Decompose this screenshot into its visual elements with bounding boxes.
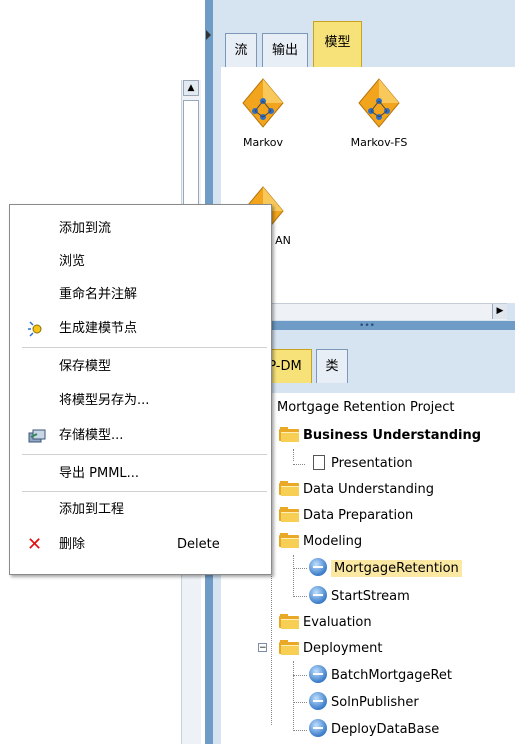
folder-icon: [279, 533, 299, 548]
model-nugget-icon: [358, 78, 400, 128]
folder-icon: [279, 640, 299, 655]
folder-icon: [279, 507, 299, 522]
tree-connector: [293, 449, 294, 461]
menu-item-browse[interactable]: 浏览: [10, 249, 271, 275]
tab-classes[interactable]: 类: [316, 349, 348, 383]
document-icon: [313, 455, 325, 470]
menu-item-label: 重命名并注解: [59, 287, 138, 302]
menu-item-add-to-stream[interactable]: 添加到流: [10, 216, 271, 242]
stream-icon: [309, 719, 327, 737]
tree-connector: [293, 464, 305, 465]
tree-stream[interactable]: DeployDataBase: [309, 719, 439, 741]
tree-connector: [293, 661, 294, 731]
folder-icon: [279, 614, 299, 629]
tree-label: Mortgage Retention Project: [277, 400, 455, 415]
menu-item-label: 添加到工程: [59, 502, 125, 517]
tree-folder[interactable]: Deployment: [279, 638, 383, 660]
tree-connector: [293, 675, 307, 676]
menu-item-label: 存储模型...: [59, 428, 124, 443]
tree-connector: [293, 555, 294, 597]
tree-label: Evaluation: [303, 615, 372, 630]
context-menu: 添加到流 浏览 重命名并注解 生成建模节点 保存模型 将模型另存为... 存储模…: [9, 204, 272, 575]
splitter-handle[interactable]: •••: [355, 322, 379, 331]
tree-label: DeployDataBase: [331, 722, 440, 737]
tree-label: Data Preparation: [303, 508, 414, 523]
menu-item-shortcut: Delete: [177, 537, 220, 552]
menu-item-label: 生成建模节点: [59, 321, 138, 336]
scroll-right-icon[interactable]: ▶: [492, 304, 507, 319]
tree-label: Presentation: [331, 456, 413, 471]
menu-item-save-model-as[interactable]: 将模型另存为...: [10, 388, 271, 414]
panel-grip-icon: [206, 30, 211, 40]
model-nugget[interactable]: Markov: [223, 77, 303, 149]
tree-stream-selected[interactable]: MortgageRetention: [309, 558, 462, 580]
scrollbar-thumb[interactable]: [183, 100, 199, 216]
menu-item-generate-modeling-node[interactable]: 生成建模节点: [10, 316, 271, 342]
tree-stream[interactable]: BatchMortgageRet: [309, 665, 452, 687]
tab-label: 类: [325, 359, 339, 374]
stream-icon: [309, 558, 327, 576]
menu-item-save-model[interactable]: 保存模型: [10, 354, 271, 380]
tree-folder[interactable]: Business Understanding: [279, 425, 481, 447]
folder-icon: [279, 427, 299, 442]
tree-folder[interactable]: Data Preparation: [279, 505, 413, 527]
stream-icon: [309, 665, 327, 683]
scroll-up-icon[interactable]: ▲: [183, 80, 199, 96]
model-label: Markov: [243, 136, 283, 149]
tree-folder[interactable]: Data Understanding: [279, 479, 434, 501]
tree-label: SolnPublisher: [331, 695, 419, 710]
menu-separator: [22, 347, 267, 348]
stream-icon: [309, 586, 327, 604]
tab-label: 输出: [271, 43, 298, 58]
menu-separator: [22, 491, 267, 492]
menu-item-label: 保存模型: [59, 359, 112, 374]
tree-label: Data Understanding: [303, 482, 434, 497]
menu-item-label: 删除: [59, 537, 86, 552]
tab-models[interactable]: 模型: [313, 21, 362, 67]
tab-outputs[interactable]: 输出: [262, 33, 308, 67]
menu-item-export-pmml[interactable]: 导出 PMML...: [10, 461, 271, 487]
tree-root[interactable]: Mortgage Retention Project: [277, 397, 455, 419]
tab-streams[interactable]: 流: [225, 33, 257, 67]
tree-folder[interactable]: Modeling: [279, 531, 362, 553]
model-nugget[interactable]: Markov-FS: [339, 77, 419, 149]
model-label: Markov-FS: [350, 136, 408, 149]
tree-connector: [293, 730, 307, 731]
tab-label: 模型: [324, 35, 351, 50]
tree-connector: [293, 702, 307, 703]
tree-connector: [293, 596, 307, 597]
collapse-toggle-icon[interactable]: −: [258, 643, 267, 653]
tree-document[interactable]: Presentation: [313, 453, 413, 475]
tree-label: BatchMortgageRet: [331, 668, 452, 683]
menu-item-label: 将模型另存为...: [59, 393, 150, 408]
tree-label: StartStream: [331, 589, 410, 604]
tab-label: P-DM: [268, 359, 302, 374]
tree-stream[interactable]: SolnPublisher: [309, 692, 419, 714]
model-nugget-icon: [242, 78, 284, 128]
menu-item-store-model[interactable]: 存储模型...: [10, 423, 271, 449]
tree-label: Deployment: [303, 641, 383, 656]
stream-icon: [309, 692, 327, 710]
menu-item-label: 导出 PMML...: [59, 466, 140, 481]
tree-label: Business Understanding: [303, 428, 482, 443]
tree-label: MortgageRetention: [331, 560, 462, 577]
store-icon: [27, 428, 47, 444]
tree-folder[interactable]: Evaluation: [279, 612, 372, 634]
tree-connector: [293, 568, 307, 569]
menu-item-add-to-project[interactable]: 添加到工程: [10, 497, 271, 523]
tab-label: 流: [234, 43, 248, 58]
menu-separator: [22, 454, 267, 455]
menu-item-delete[interactable]: ✕ 删除 Delete: [10, 532, 271, 558]
folder-icon: [279, 481, 299, 496]
menu-item-rename-annotate[interactable]: 重命名并注解: [10, 282, 271, 308]
delete-x-icon: ✕: [27, 534, 43, 555]
tree-stream[interactable]: StartStream: [309, 586, 410, 608]
tree-label: Modeling: [303, 534, 363, 549]
menu-item-label: 添加到流: [59, 221, 112, 236]
menu-item-label: 浏览: [59, 254, 86, 269]
sparkle-icon: [27, 321, 47, 337]
